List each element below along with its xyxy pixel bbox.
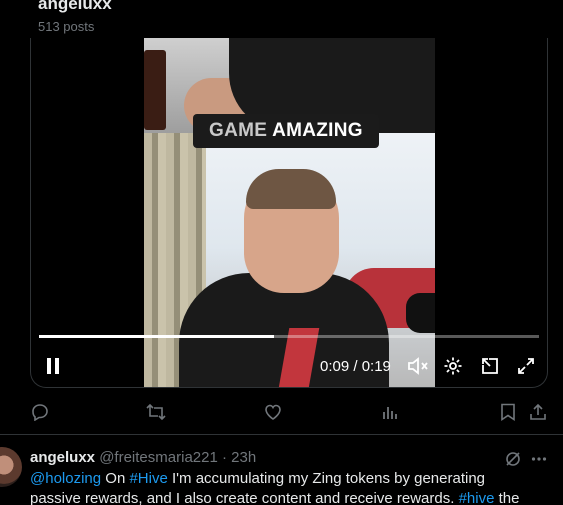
avatar[interactable] <box>0 447 22 487</box>
post-text-line-2: passive rewards, and I also create conte… <box>30 489 550 505</box>
post-time[interactable]: 23h <box>231 449 256 466</box>
mute-icon[interactable] <box>406 354 430 378</box>
like-icon[interactable] <box>262 401 284 423</box>
hashtag-link[interactable]: #Hive <box>129 470 167 487</box>
repost-icon[interactable] <box>145 401 167 423</box>
views-icon[interactable] <box>379 401 401 423</box>
more-icon[interactable] <box>530 450 548 468</box>
profile-header: angeluxx 513 posts <box>0 0 563 38</box>
post-header: angeluxx @freitesmaria221 · 23h <box>30 449 256 466</box>
reply-icon[interactable] <box>29 401 51 423</box>
post-actions <box>0 398 563 426</box>
post-divider <box>0 434 563 435</box>
video-caption: GAME AMAZING <box>193 114 379 148</box>
text-span: passive rewards, and I also create conte… <box>30 490 459 505</box>
caption-word-2: AMAZING <box>272 120 363 141</box>
profile-name: angeluxx <box>38 0 112 13</box>
post-text-line-1: @holozing On #Hive I'm accumulating my Z… <box>30 469 550 489</box>
post-author-handle[interactable]: @freitesmaria221 <box>99 449 218 466</box>
bookmark-icon[interactable] <box>497 401 519 423</box>
post-separator: · <box>217 449 232 466</box>
grok-icon[interactable] <box>504 450 522 468</box>
text-span: On <box>101 470 130 487</box>
video-player[interactable]: GAME AMAZING 0:09 / 0:19 <box>30 38 548 388</box>
hashtag-link[interactable]: #hive <box>459 490 495 505</box>
pause-icon[interactable] <box>41 354 65 378</box>
settings-icon[interactable] <box>441 354 465 378</box>
caption-word-1: GAME <box>209 120 268 141</box>
text-span: I'm accumulating my Zing tokens by gener… <box>167 470 486 487</box>
mention-link[interactable]: @holozing <box>30 470 101 487</box>
video-progress-bar[interactable] <box>39 335 539 338</box>
share-icon[interactable] <box>527 401 549 423</box>
text-span: the <box>494 490 520 505</box>
video-time: 0:09 / 0:19 <box>320 358 391 375</box>
posts-count: 513 posts <box>38 19 95 34</box>
post-text: @holozing On #Hive I'm accumulating my Z… <box>30 469 550 505</box>
video-progress-fill <box>39 335 274 338</box>
fullscreen-icon[interactable] <box>514 354 538 378</box>
pip-icon[interactable] <box>478 354 502 378</box>
video-controls: 0:09 / 0:19 <box>31 350 547 382</box>
post-author-name[interactable]: angeluxx <box>30 449 95 466</box>
